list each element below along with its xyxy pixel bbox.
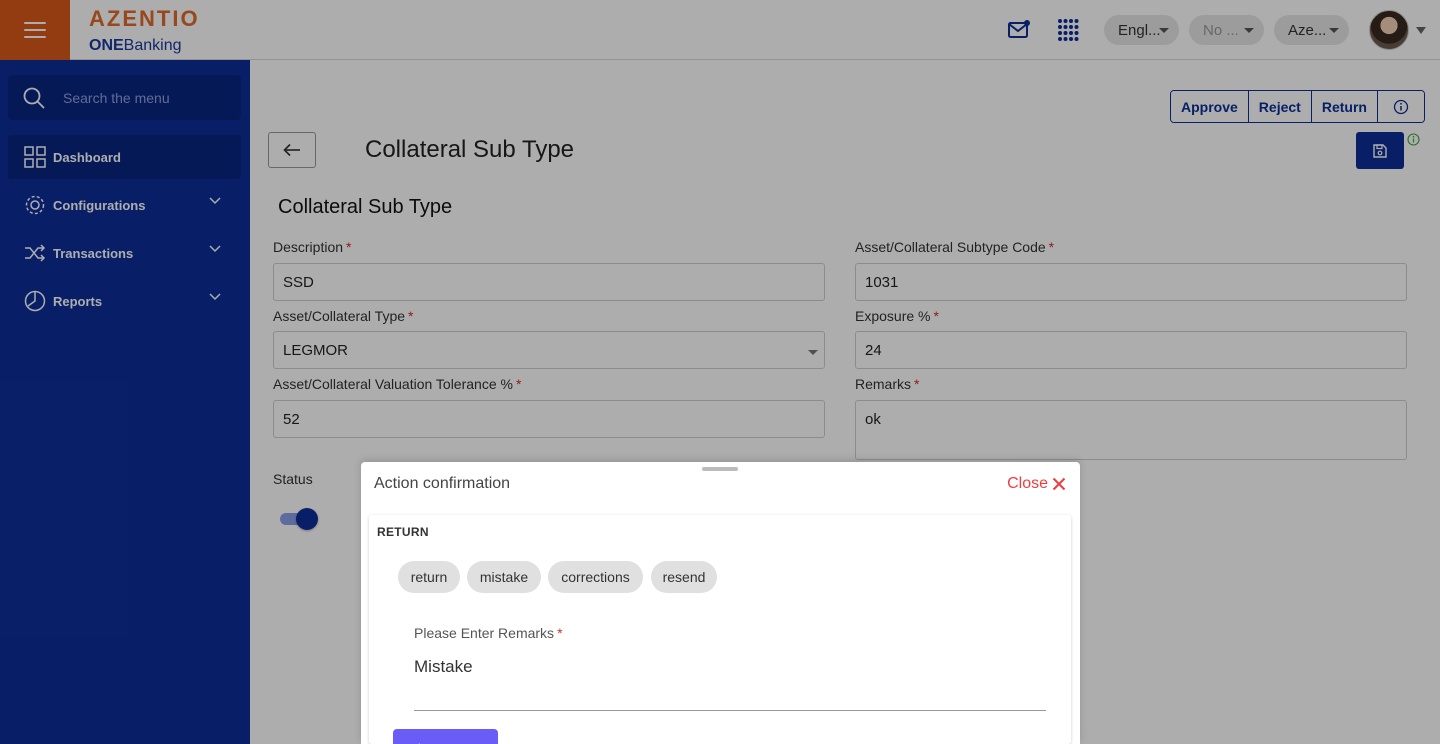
close-icon: [1052, 477, 1066, 491]
close-button[interactable]: Close: [1007, 475, 1066, 493]
return-section-label: RETURN: [377, 525, 429, 539]
dialog-body: RETURN return mistake corrections resend…: [369, 515, 1071, 744]
chip-resend[interactable]: resend: [651, 561, 717, 593]
drag-handle[interactable]: [702, 467, 738, 471]
submit-return-button[interactable]: [393, 729, 498, 744]
dialog-remarks-label: Please Enter Remarks *: [414, 625, 563, 641]
dialog-title: Action confirmation: [374, 475, 511, 492]
close-label: Close: [1007, 475, 1048, 492]
action-confirmation-dialog: Action confirmation Close RETURN return …: [361, 462, 1080, 744]
chip-mistake[interactable]: mistake: [467, 561, 541, 593]
chip-corrections[interactable]: corrections: [548, 561, 643, 593]
remarks-underline: [414, 710, 1046, 711]
chip-return[interactable]: return: [398, 561, 460, 593]
dialog-remarks-input[interactable]: Mistake: [414, 657, 473, 677]
